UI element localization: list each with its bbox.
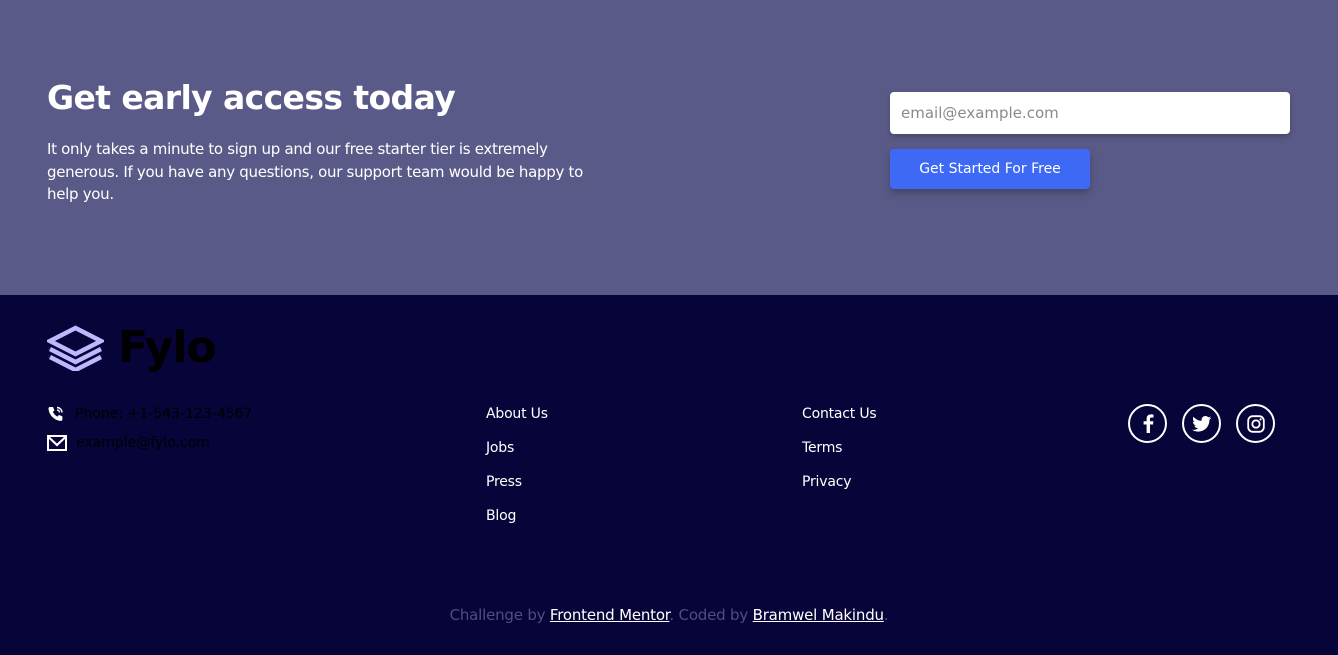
frontend-mentor-link[interactable]: Frontend Mentor	[550, 606, 670, 624]
footer-links-col-2: Contact Us Terms Privacy	[802, 404, 877, 506]
email-text[interactable]: example@fylo.com	[76, 433, 210, 453]
cta-section: Get early access today It only takes a m…	[0, 0, 1338, 295]
phone-row: Phone: +1-543-123-4567	[47, 404, 252, 424]
link-press[interactable]: Press	[486, 472, 548, 492]
logo-layers-icon	[47, 325, 104, 371]
logo-text: Fylo	[118, 322, 217, 373]
twitter-icon[interactable]	[1182, 404, 1221, 443]
get-started-button[interactable]: Get Started For Free	[890, 149, 1090, 189]
phone-icon	[47, 406, 67, 422]
link-about-us[interactable]: About Us	[486, 404, 548, 424]
footer-links-col-1: About Us Jobs Press Blog	[486, 404, 548, 540]
link-contact-us[interactable]: Contact Us	[802, 404, 877, 424]
email-input[interactable]	[890, 92, 1290, 134]
email-row: example@fylo.com	[47, 433, 210, 453]
link-terms[interactable]: Terms	[802, 438, 876, 458]
fylo-logo[interactable]: Fylo	[47, 320, 217, 376]
link-jobs[interactable]: Jobs	[486, 438, 548, 458]
instagram-icon[interactable]	[1236, 404, 1275, 443]
author-link[interactable]: Bramwel Makindu	[753, 606, 884, 624]
cta-title: Get early access today	[47, 78, 456, 117]
attribution-middle: . Coded by	[669, 606, 753, 624]
link-privacy[interactable]: Privacy	[802, 472, 876, 492]
attribution: Challenge by Frontend Mentor. Coded by B…	[0, 604, 1338, 626]
envelope-icon	[47, 435, 67, 451]
attribution-prefix: Challenge by	[449, 606, 550, 624]
attribution-suffix: .	[883, 606, 889, 624]
cta-description: It only takes a minute to sign up and ou…	[47, 140, 583, 203]
phone-text: Phone: +1-543-123-4567	[75, 406, 253, 422]
facebook-icon[interactable]	[1128, 404, 1167, 443]
link-blog[interactable]: Blog	[486, 506, 548, 526]
